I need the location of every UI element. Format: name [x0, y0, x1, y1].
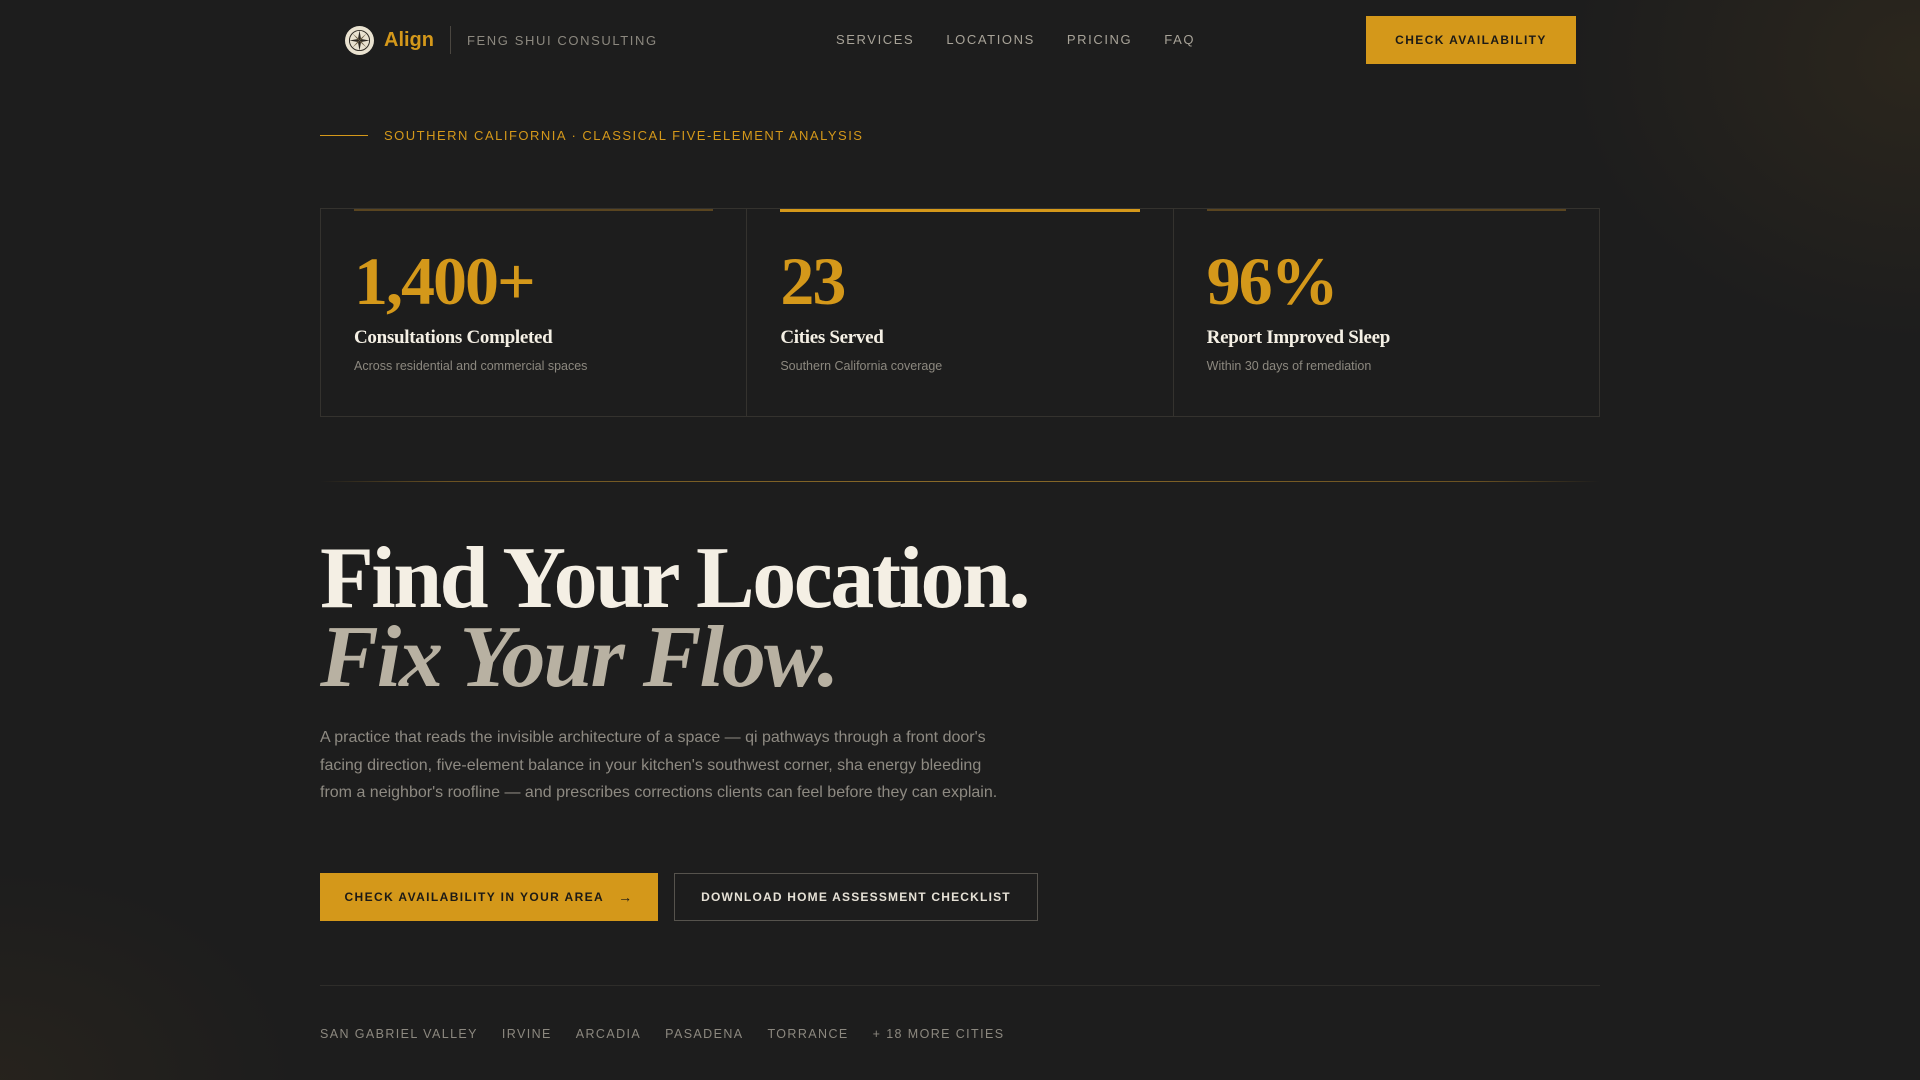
arrow-right-icon: → [618, 889, 634, 905]
stat-value: 96% [1206, 243, 1339, 319]
brand[interactable]: Align FENG SHUI CONSULTING [345, 23, 658, 57]
brand-divider [450, 26, 451, 54]
stat-card-cities: 23 Cities Served Southern California cov… [747, 209, 1174, 416]
city-item: IRVINE [501, 1027, 552, 1041]
stat-description: Across residential and commercial spaces [354, 359, 588, 373]
stat-description: Within 30 days of remediation [1206, 359, 1372, 373]
compass-rose-icon [345, 25, 374, 55]
nav-link-pricing[interactable]: PRICING [1067, 32, 1132, 47]
eyebrow: SOUTHERN CALIFORNIA · CLASSICAL FIVE-ELE… [320, 128, 863, 143]
stat-accent-line [354, 209, 714, 211]
check-availability-button[interactable]: CHECK AVAILABILITY [1366, 16, 1576, 64]
stat-description: Southern California coverage [780, 359, 943, 373]
eyebrow-line [320, 135, 368, 136]
section-divider [320, 481, 1600, 482]
stat-accent-line [780, 209, 1140, 212]
city-list: SAN GABRIEL VALLEY IRVINE ARCADIA PASADE… [320, 1027, 1028, 1041]
brand-tagline: FENG SHUI CONSULTING [467, 32, 658, 48]
stat-card-sleep: 96% Report Improved Sleep Within 30 days… [1174, 209, 1599, 416]
hero-subtitle: Fix Your Flow. [320, 609, 839, 706]
hero-description: A practice that reads the invisible arch… [320, 729, 998, 801]
city-item: ARCADIA [575, 1027, 642, 1041]
nav-link-locations[interactable]: LOCATIONS [946, 32, 1035, 47]
stat-label: Report Improved Sleep [1206, 327, 1391, 348]
city-item: SAN GABRIEL VALLEY [320, 1027, 478, 1041]
stat-value: 23 [780, 243, 846, 319]
city-item: TORRANCE [767, 1027, 849, 1041]
nav-link-faq[interactable]: FAQ [1164, 32, 1195, 47]
stat-label: Consultations Completed [354, 327, 553, 348]
brand-name: Align [384, 28, 434, 51]
stat-label: Cities Served [780, 327, 884, 348]
city-item: PASADENA [665, 1027, 744, 1041]
nav-link-services[interactable]: SERVICES [836, 32, 914, 47]
more-cities-link[interactable]: + 18 MORE CITIES [873, 1027, 1005, 1041]
stat-accent-line [1206, 209, 1566, 211]
top-nav: Align FENG SHUI CONSULTING SERVICES LOCA… [0, 0, 1920, 80]
stat-card-consultations: 1,400+ Consultations Completed Across re… [321, 209, 748, 416]
stats-panel: 1,400+ Consultations Completed Across re… [320, 208, 1600, 417]
cities-divider [320, 985, 1600, 986]
nav-links: SERVICES LOCATIONS PRICING FAQ [836, 32, 1227, 47]
stat-value: 1,400+ [354, 243, 536, 319]
check-availability-area-button[interactable]: CHECK AVAILABILITY IN YOUR AREA → [320, 873, 658, 921]
button-label: CHECK AVAILABILITY IN YOUR AREA [344, 890, 605, 904]
download-checklist-button[interactable]: DOWNLOAD HOME ASSESSMENT CHECKLIST [674, 873, 1038, 921]
eyebrow-text: SOUTHERN CALIFORNIA · CLASSICAL FIVE-ELE… [384, 128, 864, 143]
